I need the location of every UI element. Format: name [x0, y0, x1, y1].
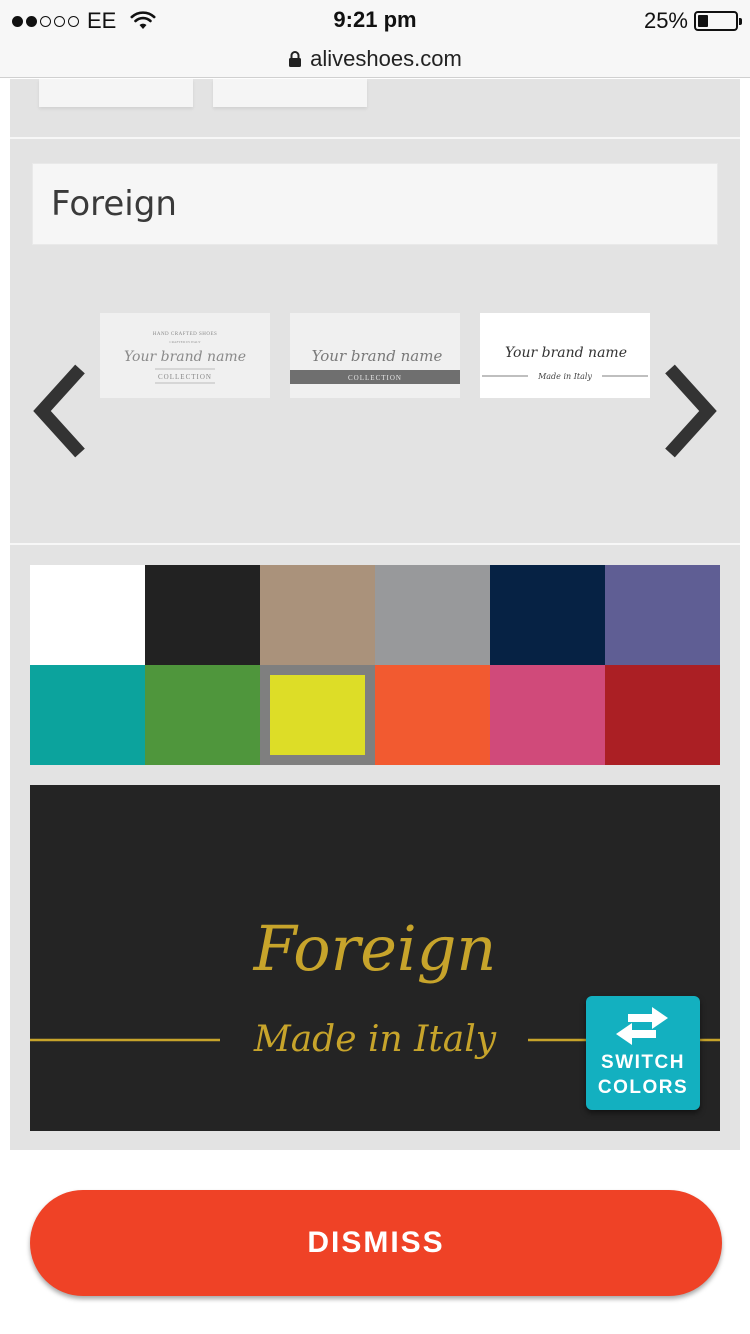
color-swatch-orange[interactable]: [375, 665, 490, 765]
color-swatch-purple[interactable]: [605, 565, 720, 665]
switch-colors-label-line1: SWITCH: [601, 1052, 685, 1073]
logo-brand-text: Your brand name: [312, 347, 443, 365]
option-tile[interactable]: [39, 79, 193, 107]
logo-sub-text: Made in Italy: [537, 372, 592, 381]
preview-sub-text: Made in Italy: [253, 1019, 497, 1060]
color-swatch-yellow[interactable]: [260, 665, 375, 765]
logo-style-preview: Your brand name COLLECTION: [290, 347, 460, 384]
option-tile[interactable]: [213, 79, 367, 107]
logo-style-option[interactable]: Your brand name Made in Italy: [480, 313, 650, 398]
clock: 9:21 pm: [333, 7, 417, 32]
section-divider: [10, 137, 740, 139]
logo-style-preview: HAND CRAFTED SHOES CRAFTED IN ITALY Your…: [124, 332, 246, 384]
logo-preview: Foreign Made in Italy SWITCH COLORS: [30, 785, 720, 1131]
logo-small-text: CRAFTED IN ITALY: [169, 340, 201, 344]
logo-bottom-text: COLLECTION: [158, 373, 212, 381]
logo-style-option[interactable]: Your brand name COLLECTION: [290, 313, 460, 398]
logo-brand-text: Your brand name: [505, 345, 627, 361]
color-swatch-navy[interactable]: [490, 565, 605, 665]
status-bar: EE 9:21 pm 25%: [0, 0, 750, 40]
color-swatch-pink[interactable]: [490, 665, 605, 765]
customizer-panel: Foreign HAND CRAFTED SHOES CRAFTED IN IT…: [10, 79, 740, 1150]
color-swatch-white[interactable]: [30, 565, 145, 665]
logo-brand-text: Your brand name: [124, 349, 246, 365]
color-swatch-green[interactable]: [145, 665, 260, 765]
url-text: aliveshoes.com: [310, 45, 462, 71]
color-swatch-taupe[interactable]: [260, 565, 375, 665]
lock-icon: [289, 50, 302, 67]
color-swatch-teal[interactable]: [30, 665, 145, 765]
color-swatch-gray[interactable]: [375, 565, 490, 665]
dismiss-button[interactable]: DISMISS: [30, 1190, 722, 1296]
logo-style-option[interactable]: HAND CRAFTED SHOES CRAFTED IN ITALY Your…: [100, 313, 270, 398]
section-divider: [10, 543, 740, 545]
color-swatch-red[interactable]: [605, 665, 720, 765]
status-right: 25%: [643, 8, 742, 34]
swap-arrows-icon: [616, 1007, 668, 1045]
logo-top-text: HAND CRAFTED SHOES: [153, 332, 218, 337]
chevron-left-icon[interactable]: [30, 361, 90, 461]
battery-level: [698, 15, 708, 27]
battery-icon: [694, 11, 742, 31]
preview-brand-text: Foreign: [253, 912, 497, 985]
battery-percent: 25%: [643, 8, 688, 33]
switch-colors-label-line2: COLORS: [597, 1077, 689, 1098]
color-palette: [30, 565, 720, 765]
logo-band-text: COLLECTION: [348, 374, 402, 382]
color-swatch-black[interactable]: [145, 565, 260, 665]
switch-colors-button[interactable]: SWITCH COLORS: [586, 996, 700, 1110]
chevron-right-icon[interactable]: [660, 361, 720, 461]
logo-style-preview: Your brand name Made in Italy: [482, 345, 648, 381]
address-bar[interactable]: aliveshoes.com: [0, 40, 750, 78]
brand-name-input[interactable]: Foreign: [32, 163, 718, 245]
